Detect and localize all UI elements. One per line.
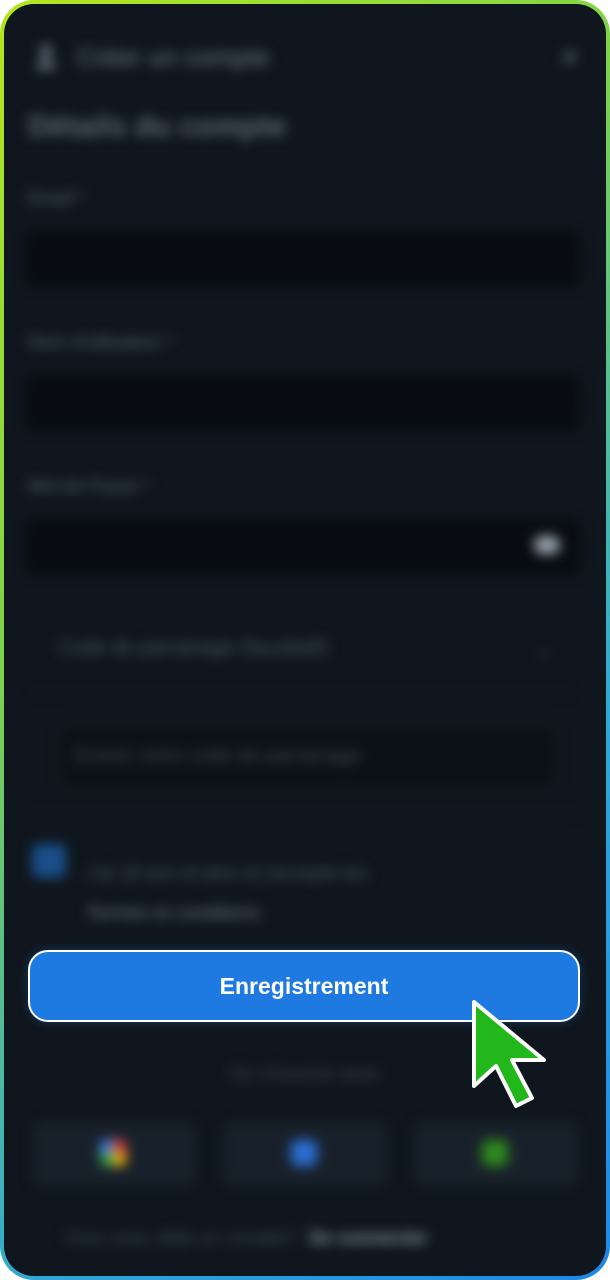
section-title: Détails du compte	[28, 110, 287, 143]
user-icon	[34, 45, 58, 69]
login-link[interactable]: Se connecter	[309, 1228, 428, 1249]
facebook-signup-button[interactable]	[223, 1122, 387, 1186]
referral-code-dropdown[interactable]: Code de parrainage (facultatif) ⌄	[32, 609, 572, 694]
username-label: Nom d'utilisateur *	[28, 332, 174, 352]
pointer-cursor-icon	[472, 1000, 546, 1108]
footer: Vous avez déjà un compte? Se connecter	[64, 1228, 428, 1250]
email-label: Email *	[28, 188, 86, 208]
divider	[26, 814, 582, 815]
screen: Créer un compte ✕ Détails du compte Emai…	[4, 4, 606, 1276]
chevron-down-icon: ⌄	[535, 639, 552, 661]
close-icon[interactable]: ✕	[560, 44, 580, 73]
referral-code-input[interactable]: Entrez votre code de parrainage	[60, 726, 556, 788]
header: Créer un compte ✕	[28, 34, 588, 78]
password-label: Mot de Passe *	[28, 476, 151, 496]
telegram-signup-button[interactable]	[414, 1122, 578, 1186]
username-field[interactable]	[26, 376, 580, 430]
google-signup-button[interactable]	[32, 1122, 196, 1186]
device-frame: Créer un compte ✕ Détails du compte Emai…	[0, 0, 610, 1280]
eye-icon[interactable]	[534, 536, 560, 554]
referral-dropdown-label: Code de parrainage (facultatif)	[58, 637, 329, 659]
google-icon	[100, 1140, 126, 1166]
terms-statement: J'ai 18 ans et plus et j'accepte les	[86, 863, 368, 884]
telegram-icon	[482, 1140, 508, 1166]
footer-text: Vous avez déjà un compte?	[64, 1228, 298, 1249]
password-field[interactable]	[26, 520, 580, 574]
referral-input-placeholder: Entrez votre code de parrainage	[75, 745, 361, 767]
page-title: Créer un compte	[76, 42, 270, 72]
terms-link[interactable]: Termes et conditions	[86, 903, 260, 924]
email-field[interactable]	[26, 232, 580, 286]
terms-text: J'ai 18 ans et plus et j'accepte les Ter…	[86, 854, 566, 934]
terms-checkbox[interactable]	[32, 844, 66, 878]
facebook-icon	[291, 1140, 317, 1166]
